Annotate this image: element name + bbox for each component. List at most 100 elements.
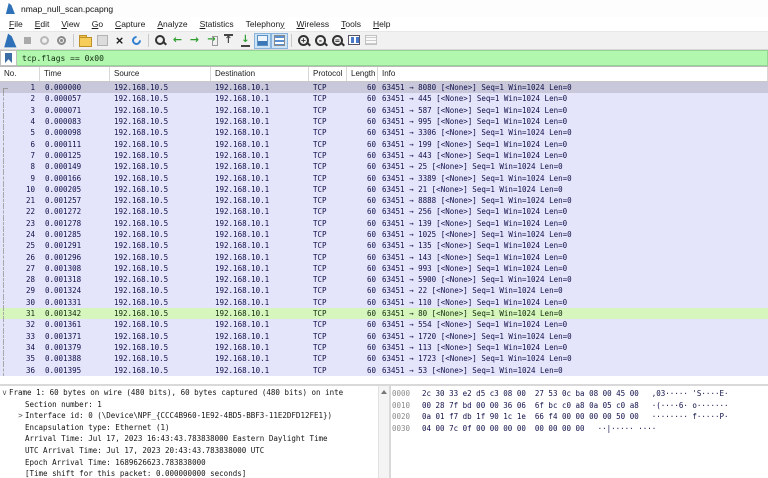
packet-row[interactable]: 230.001278192.168.10.5192.168.10.1TCP606…	[0, 218, 768, 229]
restart-capture-button[interactable]	[36, 33, 53, 49]
packet-row[interactable]: 360.001395192.168.10.5192.168.10.1TCP606…	[0, 364, 768, 375]
menu-telephony[interactable]: Telephony	[240, 18, 291, 31]
menu-help[interactable]: Help	[367, 18, 397, 31]
detail-line[interactable]: Arrival Time: Jul 17, 2023 16:43:43.7838…	[16, 433, 378, 445]
packet-row[interactable]: 220.001272192.168.10.5192.168.10.1TCP606…	[0, 206, 768, 217]
packet-row[interactable]: 350.001388192.168.10.5192.168.10.1TCP606…	[0, 353, 768, 364]
details-scrollbar[interactable]	[378, 386, 389, 478]
hex-row[interactable]: 00200a 01 f7 db 1f 90 1c 1e 66 f4 00 00 …	[392, 411, 768, 423]
packet-row[interactable]: 210.001257192.168.10.5192.168.10.1TCP606…	[0, 195, 768, 206]
cell-time: 0.001395	[40, 366, 110, 375]
detail-line[interactable]: [Time shift for this packet: 0.000000000…	[16, 468, 378, 478]
packet-row[interactable]: 270.001308192.168.10.5192.168.10.1TCP606…	[0, 263, 768, 274]
close-file-button[interactable]	[111, 33, 128, 49]
cell-dst: 192.168.10.1	[211, 185, 309, 194]
cell-dst: 192.168.10.1	[211, 253, 309, 262]
packet-row[interactable]: 250.001291192.168.10.5192.168.10.1TCP606…	[0, 240, 768, 251]
packet-row[interactable]: 260.001296192.168.10.5192.168.10.1TCP606…	[0, 251, 768, 262]
hex-row[interactable]: 001000 28 7f bd 00 00 36 06 6f bc c0 a8 …	[392, 400, 768, 412]
column-header-length[interactable]: Length	[347, 67, 378, 81]
packet-row[interactable]: 240.001285192.168.10.5192.168.10.1TCP606…	[0, 229, 768, 240]
menu-capture[interactable]: Capture	[109, 18, 151, 31]
start-capture-button[interactable]	[2, 33, 19, 49]
capture-options-button[interactable]	[53, 33, 70, 49]
menu-go[interactable]: Go	[86, 18, 109, 31]
packet-row[interactable]: 300.001331192.168.10.5192.168.10.1TCP606…	[0, 297, 768, 308]
go-back-button[interactable]	[169, 33, 186, 49]
zoom-normal-button[interactable]: =	[329, 33, 346, 49]
detail-line[interactable]: Encapsulation type: Ethernet (1)	[16, 422, 378, 434]
packet-row[interactable]: 40.000083192.168.10.5192.168.10.1TCP6063…	[0, 116, 768, 127]
packet-row[interactable]: 330.001371192.168.10.5192.168.10.1TCP606…	[0, 331, 768, 342]
column-header-time[interactable]: Time	[40, 67, 110, 81]
cell-time: 0.000098	[40, 128, 110, 137]
hex-offset: 0030	[392, 423, 418, 435]
cell-src: 192.168.10.5	[110, 117, 211, 126]
related-packet-indicator	[3, 161, 8, 172]
reload-file-button[interactable]	[128, 33, 145, 49]
related-packet-indicator	[3, 342, 8, 353]
stop-capture-button[interactable]	[19, 33, 36, 49]
expand-closed-icon[interactable]: >	[16, 410, 25, 422]
column-header-no[interactable]: No.	[0, 67, 40, 81]
menu-tools[interactable]: Tools	[335, 18, 367, 31]
cell-src: 192.168.10.5	[110, 309, 211, 318]
packet-row[interactable]: 280.001318192.168.10.5192.168.10.1TCP606…	[0, 274, 768, 285]
packet-row[interactable]: 80.000149192.168.10.5192.168.10.1TCP6063…	[0, 161, 768, 172]
menu-analyze[interactable]: Analyze	[151, 18, 193, 31]
colorize-button[interactable]	[271, 33, 288, 49]
cell-proto: TCP	[309, 332, 347, 341]
vertical-pane-divider[interactable]	[389, 386, 391, 478]
packet-row[interactable]: 20.000057192.168.10.5192.168.10.1TCP6063…	[0, 93, 768, 104]
packet-row[interactable]: 30.000071192.168.10.5192.168.10.1TCP6063…	[0, 105, 768, 116]
cell-dst: 192.168.10.1	[211, 151, 309, 160]
zoom-in-button[interactable]: +	[295, 33, 312, 49]
packet-row[interactable]: 100.000205192.168.10.5192.168.10.1TCP606…	[0, 184, 768, 195]
display-filter-input[interactable]: tcp.flags == 0x00	[17, 50, 768, 66]
hex-row[interactable]: 003004 00 7c 0f 00 00 00 00 00 00 00 00·…	[392, 423, 768, 435]
packet-row[interactable]: 320.001361192.168.10.5192.168.10.1TCP606…	[0, 319, 768, 330]
packet-row[interactable]: 290.001324192.168.10.5192.168.10.1TCP606…	[0, 285, 768, 296]
column-header-protocol[interactable]: Protocol	[309, 67, 347, 81]
column-header-source[interactable]: Source	[110, 67, 211, 81]
scroll-up-icon[interactable]	[381, 390, 387, 394]
go-to-packet-button[interactable]	[203, 33, 220, 49]
open-file-button[interactable]	[77, 33, 94, 49]
menu-view[interactable]: View	[55, 18, 85, 31]
resize-columns-button[interactable]	[346, 33, 363, 49]
column-header-destination[interactable]: Destination	[211, 67, 309, 81]
menu-file[interactable]: File	[3, 18, 29, 31]
detail-line[interactable]: vFrame 1: 60 bytes on wire (480 bits), 6…	[0, 387, 378, 399]
filter-bookmark-button[interactable]	[0, 50, 17, 66]
detail-line[interactable]: >Interface id: 0 (\Device\NPF_{CCC4B960-…	[16, 410, 378, 422]
menu-wireless[interactable]: Wireless	[290, 18, 335, 31]
packet-row[interactable]: 310.001342192.168.10.5192.168.10.1TCP606…	[0, 308, 768, 319]
related-packet-indicator	[3, 206, 8, 217]
cell-src: 192.168.10.5	[110, 332, 211, 341]
hex-row[interactable]: 00002c 30 33 e2 d5 c3 08 00 27 53 0c ba …	[392, 388, 768, 400]
zoom-out-button[interactable]: -	[312, 33, 329, 49]
packet-row[interactable]: 60.000111192.168.10.5192.168.10.1TCP6063…	[0, 138, 768, 149]
menu-statistics[interactable]: Statistics	[194, 18, 240, 31]
packet-row[interactable]: 10.000000192.168.10.5192.168.10.1TCP6063…	[0, 82, 768, 93]
packet-row[interactable]: 340.001379192.168.10.5192.168.10.1TCP606…	[0, 342, 768, 353]
go-forward-button[interactable]	[186, 33, 203, 49]
packet-row[interactable]: 90.000166192.168.10.5192.168.10.1TCP6063…	[0, 172, 768, 183]
go-to-top-button[interactable]	[220, 33, 237, 49]
reset-layout-button[interactable]	[363, 33, 380, 49]
cell-time: 0.001331	[40, 298, 110, 307]
detail-line[interactable]: Epoch Arrival Time: 1689626623.783838000	[16, 457, 378, 469]
auto-scroll-button[interactable]	[254, 33, 271, 49]
menu-edit[interactable]: Edit	[29, 18, 56, 31]
detail-line[interactable]: UTC Arrival Time: Jul 17, 2023 20:43:43.…	[16, 445, 378, 457]
find-packet-button[interactable]	[152, 33, 169, 49]
packet-row[interactable]: 70.000125192.168.10.5192.168.10.1TCP6063…	[0, 150, 768, 161]
cell-len: 60	[347, 286, 378, 295]
related-packet-indicator	[3, 251, 8, 262]
expand-open-icon[interactable]: v	[0, 387, 9, 399]
go-to-bottom-button[interactable]	[237, 33, 254, 49]
save-file-button[interactable]	[94, 33, 111, 49]
column-header-info[interactable]: Info	[378, 67, 768, 81]
packet-row[interactable]: 50.000098192.168.10.5192.168.10.1TCP6063…	[0, 127, 768, 138]
detail-line[interactable]: Section number: 1	[16, 399, 378, 411]
